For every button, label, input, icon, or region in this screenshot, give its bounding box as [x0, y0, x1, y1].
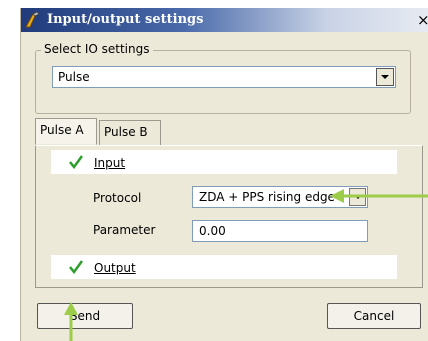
settings-app-icon [25, 11, 40, 28]
parameter-field[interactable]: 0.00 [192, 220, 368, 242]
close-icon[interactable]: × [417, 11, 428, 29]
parameter-label: Parameter [93, 223, 156, 237]
input-section-link[interactable]: Input [94, 156, 125, 170]
cancel-button[interactable]: Cancel [327, 303, 421, 329]
output-section-link[interactable]: Output [94, 261, 136, 275]
tab-pulse-b[interactable]: Pulse B [99, 120, 161, 145]
io-settings-legend: Select IO settings [41, 42, 153, 56]
parameter-value: 0.00 [199, 224, 226, 238]
io-settings-dialog: Input/output settings × Select IO settin… [20, 8, 428, 341]
protocol-value: ZDA + PPS rising edge [199, 190, 335, 204]
dropdown-button[interactable] [376, 68, 394, 86]
window-title: Input/output settings [47, 12, 204, 27]
title-bar[interactable]: Input/output settings × [21, 8, 428, 32]
protocol-label: Protocol [93, 191, 142, 205]
checkmark-icon [69, 155, 83, 169]
tab-pulse-a[interactable]: Pulse A [35, 118, 97, 145]
checkmark-icon [69, 260, 83, 274]
io-settings-select[interactable]: Pulse [52, 66, 396, 88]
send-button[interactable]: Send [37, 303, 133, 329]
chevron-down-icon [381, 75, 389, 79]
io-settings-selected-value: Pulse [58, 70, 90, 84]
annotation-arrow-protocol [330, 189, 428, 203]
annotation-arrow-send [64, 302, 78, 341]
